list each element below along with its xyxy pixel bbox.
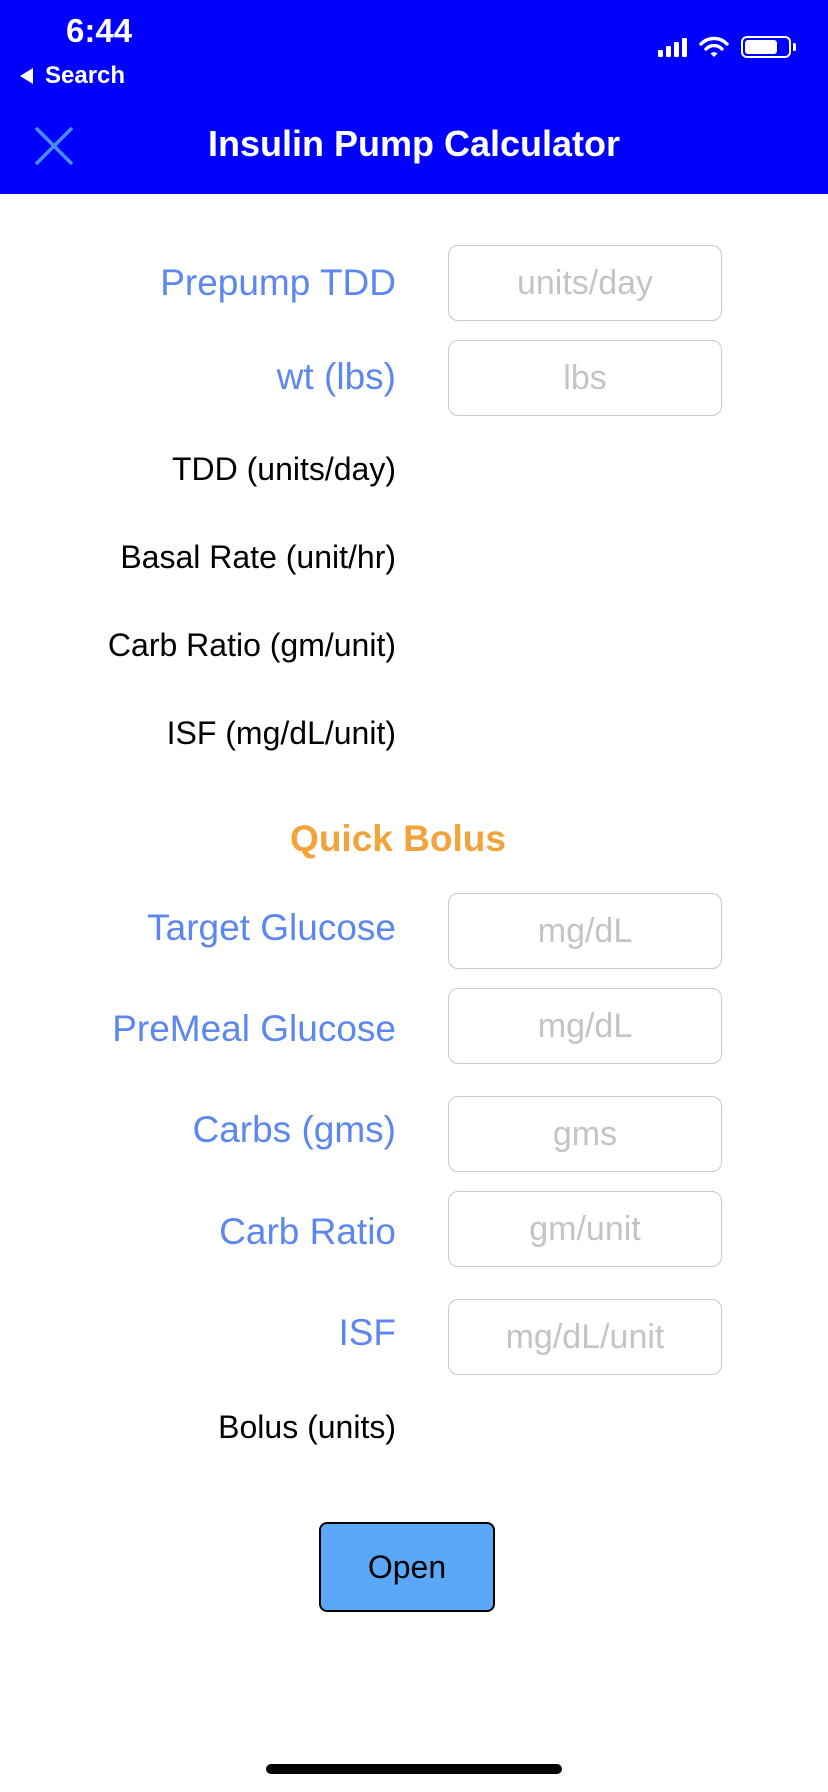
home-indicator[interactable] xyxy=(266,1764,562,1774)
target-glucose-label: Target Glucose xyxy=(147,907,396,948)
back-label: Search xyxy=(45,62,126,89)
status-time: 6:44 xyxy=(66,12,133,49)
tdd-result-label: TDD (units/day) xyxy=(171,451,396,487)
status-icons xyxy=(658,36,796,58)
header-bar: 6:44 Search Insulin Pump Calculator xyxy=(0,0,828,194)
basal-rate-result-label: Basal Rate (unit/hr) xyxy=(120,539,396,575)
quick-bolus-heading: Quick Bolus xyxy=(290,818,506,859)
page-title: Insulin Pump Calculator xyxy=(207,123,621,164)
battery-icon xyxy=(741,36,796,58)
weight-label: wt (lbs) xyxy=(276,356,396,397)
premeal-glucose-input[interactable] xyxy=(448,988,722,1064)
isf-input[interactable] xyxy=(448,1299,722,1375)
premeal-glucose-label: PreMeal Glucose xyxy=(112,1008,396,1049)
target-glucose-input[interactable] xyxy=(448,893,722,969)
bolus-result-label: Bolus (units) xyxy=(218,1409,396,1445)
open-button[interactable]: Open xyxy=(319,1522,495,1612)
cellular-signal-icon xyxy=(658,37,687,57)
back-arrow-icon xyxy=(20,68,33,84)
prepump-tdd-input[interactable] xyxy=(448,245,722,321)
back-to-search-link[interactable]: Search xyxy=(20,62,125,90)
carb-ratio-result-label: Carb Ratio (gm/unit) xyxy=(107,627,396,663)
isf-result-label: ISF (mg/dL/unit) xyxy=(166,715,396,751)
carbs-input[interactable] xyxy=(448,1096,722,1172)
isf-label: ISF xyxy=(338,1312,396,1353)
carb-ratio-label: Carb Ratio xyxy=(219,1211,396,1252)
prepump-tdd-label: Prepump TDD xyxy=(160,262,396,303)
wifi-icon xyxy=(699,36,729,57)
carb-ratio-input[interactable] xyxy=(448,1191,722,1267)
carbs-label: Carbs (gms) xyxy=(192,1109,396,1150)
weight-input[interactable] xyxy=(448,340,722,416)
